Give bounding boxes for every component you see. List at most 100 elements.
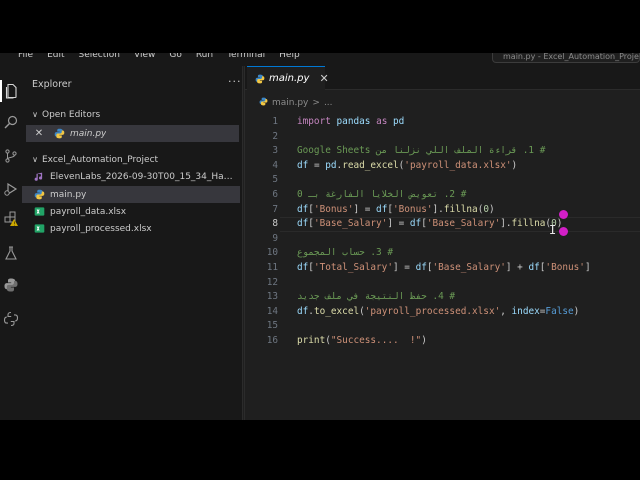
code-line-3[interactable]: 3 # 1. قراءة الملف اللي نزلنا من Google S… [244,144,640,159]
menu-selection[interactable]: Selection [79,53,120,63]
code-line-11[interactable]: 11 df['Total_Salary'] = df['Base_Salary']… [244,261,640,276]
line-number: 11 [266,262,278,273]
audio-file-icon [32,170,46,184]
line-number: 3 [272,145,278,157]
close-icon[interactable]: ✕ [32,127,46,141]
file-item-elevenlabs-audio[interactable]: ElevenLabs_2026-09-30T00_15_34_Hamid - .… [22,168,240,185]
line-number: 7 [272,203,278,215]
code-line-2[interactable]: 2 [244,130,640,145]
code-line-15[interactable]: 15 [244,319,640,334]
line-number: 12 [266,276,278,288]
code-text: df.to_excel('payroll_processed.xlsx', in… [297,305,580,317]
line-number: 4 [272,159,278,171]
menu-run[interactable]: Run [196,53,213,63]
file-item-main-py[interactable]: main.py [22,186,240,203]
code-line-7[interactable]: 7 df['Bonus'] = df['Bonus'].fillna(0) [244,203,640,218]
code-line-8[interactable]: 8 df['Base_Salary'] = df['Base_Salary'].f… [244,217,640,232]
python-env-icon[interactable] [0,308,22,330]
file-name: ElevenLabs_2026-09-30T00_15_34_Hamid - .… [50,171,240,182]
code-text: df = pd.read_excel('payroll_data.xlsx') [297,159,518,171]
close-icon[interactable]: ✕ [319,72,328,85]
code-line-14[interactable]: 14 df.to_excel('payroll_processed.xlsx', … [244,305,640,320]
more-actions-button[interactable]: ··· [228,75,242,88]
excel-file-icon [32,222,46,236]
code-text: # 4. حفظ النتيجة في ملف جديد [297,291,456,303]
excel-file-icon [32,205,46,219]
project-folder-header[interactable]: ∨ Excel_Automation_Project [22,151,243,168]
code-line-1[interactable]: 1 import pandas as pd [244,115,640,130]
open-editors-header[interactable]: ∨ Open Editors [22,106,243,123]
explorer-sidebar: Explorer ··· ∨ Open Editors ✕ main.py ∨ … [22,66,243,420]
code-line-10[interactable]: 10 # 3. حساب المجموع [244,246,640,261]
code-text: # 3. حساب المجموع [297,247,393,259]
svg-text:!: ! [13,222,15,228]
run-debug-icon[interactable] [0,178,22,200]
activity-bar: ! [0,66,22,420]
code-line-6[interactable]: 6 # 2. تعويض الخلايا الفارغة بـ 0 [244,188,640,203]
explorer-title: Explorer [32,79,72,90]
file-name: payroll_processed.xlsx [50,223,152,234]
command-center[interactable]: main.py - Excel_Automation_Project [492,53,640,63]
extensions-warning-icon[interactable]: ! [0,208,22,230]
python-file-icon [259,97,268,109]
code-line-9[interactable]: 9 [244,232,640,247]
menu-help[interactable]: Help [279,53,300,63]
menu-file[interactable]: File [18,53,33,63]
breadcrumb: main.py > ... [259,96,333,109]
open-editor-filename: main.py [70,128,107,139]
code-text: import pandas as pd [297,116,405,127]
code-text: df['Bonus'] = df['Bonus'].fillna(0) [297,203,495,215]
testing-icon[interactable] [0,242,22,264]
file-item-payroll-processed[interactable]: payroll_processed.xlsx [22,220,240,237]
tab-main-py[interactable]: main.py ✕ [247,66,329,90]
line-number: 13 [266,291,278,303]
vscode-window: File Edit Selection View Go Run Terminal… [0,53,640,420]
chevron-down-icon: ∨ [32,110,38,119]
editor-area: main.py ✕ main.py > ... 1 import pandas a… [244,66,640,420]
code-line-5[interactable]: 5 [244,173,640,188]
line-number: 10 [266,247,278,259]
open-editor-item-main-py[interactable]: ✕ main.py [26,125,239,142]
python-file-icon [52,127,66,141]
code-text: print("Success.... !") [297,335,427,346]
tab-label: main.py [269,73,310,84]
line-number: 2 [272,130,278,142]
menu-terminal[interactable]: Terminal [227,53,265,63]
line-number: 6 [272,189,278,200]
title-bar: File Edit Selection View Go Run Terminal… [0,53,640,66]
line-number: 1 [272,116,278,127]
line-number: 9 [272,232,278,244]
project-folder-label: Excel_Automation_Project [42,154,159,165]
menu-view[interactable]: View [134,53,155,63]
code-line-13[interactable]: 13 # 4. حفظ النتيجة في ملف جديد [244,290,640,305]
menu-bar: File Edit Selection View Go Run Terminal… [18,53,300,63]
code-text: df['Total_Salary'] = df['Base_Salary'] +… [297,262,591,273]
line-number: 14 [266,305,278,317]
file-item-payroll-data[interactable]: payroll_data.xlsx [22,203,240,220]
code-line-4[interactable]: 4 df = pd.read_excel('payroll_data.xlsx') [244,159,640,174]
code-line-12[interactable]: 12 [244,276,640,291]
python-file-icon [32,188,46,202]
source-control-icon[interactable] [0,145,22,167]
menu-go[interactable]: Go [169,53,181,63]
breadcrumb-separator: > [312,97,320,108]
code-text: # 1. قراءة الملف اللي نزلنا من Google Sh… [297,145,546,157]
sidebar-sash[interactable] [244,66,245,420]
code-text: # 2. تعويض الخلايا الفارغة بـ 0 [297,189,467,200]
explorer-icon[interactable] [0,80,22,102]
mouse-ibeam-cursor: I [549,223,557,238]
breadcrumb-file[interactable]: main.py [272,98,308,108]
code-line-16[interactable]: 16 print("Success.... !") [244,334,640,349]
file-name: main.py [50,189,87,200]
editor-tabs: main.py ✕ [244,66,640,90]
file-name: payroll_data.xlsx [50,206,127,217]
breadcrumb-symbol[interactable]: ... [324,98,333,108]
python-icon[interactable] [0,274,22,296]
menu-edit[interactable]: Edit [47,53,64,63]
search-icon[interactable] [0,111,22,133]
video-letterbox-bottom [0,420,640,480]
line-number: 16 [266,335,278,346]
code-text: df['Base_Salary'] = df['Base_Salary'].fi… [297,218,563,230]
open-editors-label: Open Editors [42,109,101,120]
video-letterbox-top [0,0,640,53]
